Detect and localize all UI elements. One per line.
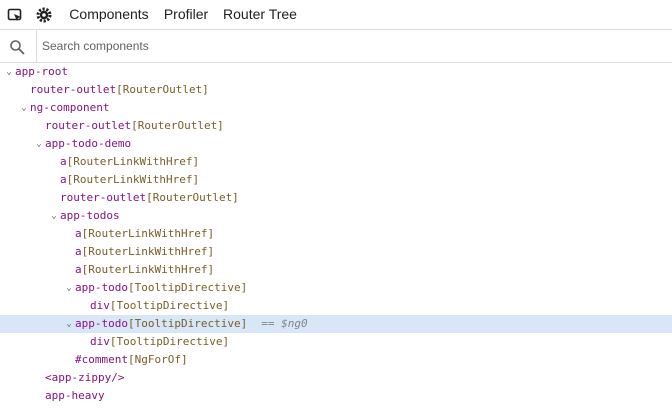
tree-node[interactable]: router-outlet[RouterOutlet] bbox=[0, 117, 672, 135]
node-label: router-outlet[RouterOutlet] bbox=[45, 117, 224, 135]
component-name: app-todo bbox=[75, 281, 128, 294]
tree-node[interactable]: a[RouterLinkWithHref] bbox=[0, 243, 672, 261]
directive-list: [RouterOutlet] bbox=[116, 83, 209, 96]
tree-node[interactable]: app-heavy bbox=[0, 387, 672, 405]
component-name: a bbox=[75, 227, 82, 240]
tree-node[interactable]: ⌄ ng-component bbox=[0, 99, 672, 117]
node-label: app-root bbox=[15, 63, 68, 81]
component-name: a bbox=[75, 263, 82, 276]
expand-caret-icon[interactable]: ⌄ bbox=[64, 315, 74, 333]
component-name: app-heavy bbox=[45, 389, 105, 402]
node-label: a[RouterLinkWithHref] bbox=[75, 225, 214, 243]
node-label: app-todo[TooltipDirective] bbox=[75, 279, 247, 297]
directive-list: [TooltipDirective] bbox=[109, 335, 230, 348]
component-name: a bbox=[60, 155, 67, 168]
tree-node[interactable]: ⌄ app-todo-demo bbox=[0, 135, 672, 153]
component-name: a bbox=[75, 245, 82, 258]
component-name: a bbox=[60, 173, 67, 186]
component-name: router-outlet bbox=[45, 119, 132, 132]
node-label: a[RouterLinkWithHref] bbox=[60, 153, 199, 171]
tree-node[interactable]: ⌄ app-root bbox=[0, 63, 672, 81]
directive-list: [TooltipDirective] bbox=[109, 299, 230, 312]
devtools-toolbar: Components Profiler Router Tree bbox=[0, 0, 672, 30]
tree-node[interactable]: a[RouterLinkWithHref] bbox=[0, 153, 672, 171]
node-label: a[RouterLinkWithHref] bbox=[60, 171, 199, 189]
node-label: <app-zippy/> bbox=[45, 369, 124, 387]
directive-list: [NgForOf] bbox=[127, 353, 188, 366]
tree-node[interactable]: div[TooltipDirective] bbox=[0, 333, 672, 351]
gear-icon[interactable] bbox=[35, 6, 53, 24]
component-name: app-todo bbox=[75, 317, 128, 330]
component-name: #comment bbox=[75, 353, 128, 366]
tree-node[interactable]: a[RouterLinkWithHref] bbox=[0, 225, 672, 243]
node-label: div[TooltipDirective] bbox=[90, 297, 229, 315]
component-name: div bbox=[90, 335, 110, 348]
tree-node[interactable]: div[TooltipDirective] bbox=[0, 297, 672, 315]
tree-node[interactable]: ⌄ app-todo[TooltipDirective] bbox=[0, 279, 672, 297]
component-name: router-outlet bbox=[60, 191, 147, 204]
directive-list: [RouterLinkWithHref] bbox=[66, 173, 200, 186]
tab-profiler[interactable]: Profiler bbox=[158, 0, 214, 29]
node-label: a[RouterLinkWithHref] bbox=[75, 261, 214, 279]
directive-list: [RouterLinkWithHref] bbox=[81, 227, 215, 240]
directive-list: [RouterOutlet] bbox=[131, 119, 224, 132]
directive-list: [TooltipDirective] bbox=[127, 281, 248, 294]
component-name: router-outlet bbox=[30, 83, 117, 96]
search-bar bbox=[0, 30, 672, 63]
search-divider bbox=[36, 30, 37, 62]
component-name: app-root bbox=[15, 65, 68, 78]
directive-list: [TooltipDirective] bbox=[127, 317, 248, 330]
directive-list: [RouterLinkWithHref] bbox=[66, 155, 200, 168]
console-reference: == $ng0 bbox=[261, 317, 308, 330]
tree-node[interactable]: a[RouterLinkWithHref] bbox=[0, 261, 672, 279]
tree-node[interactable]: router-outlet[RouterOutlet] bbox=[0, 189, 672, 207]
node-label: #comment[NgForOf] bbox=[75, 351, 188, 369]
inspect-element-icon[interactable] bbox=[6, 6, 24, 24]
tree-node-selected[interactable]: ⌄ app-todo[TooltipDirective] == $ng0 bbox=[0, 315, 672, 333]
tree-node[interactable]: router-outlet[RouterOutlet] bbox=[0, 81, 672, 99]
component-name: <app-zippy/> bbox=[45, 371, 125, 384]
node-label: app-todos bbox=[60, 207, 120, 225]
tab-components[interactable]: Components bbox=[62, 0, 156, 29]
expand-caret-icon[interactable]: ⌄ bbox=[34, 135, 44, 153]
node-label: app-todo[TooltipDirective] == $ng0 bbox=[75, 315, 308, 333]
tree-node[interactable]: ⌄ app-todos bbox=[0, 207, 672, 225]
node-label: ng-component bbox=[30, 99, 109, 117]
node-label: a[RouterLinkWithHref] bbox=[75, 243, 214, 261]
expand-caret-icon[interactable]: ⌄ bbox=[4, 63, 14, 81]
search-input[interactable] bbox=[38, 34, 666, 58]
node-label: app-heavy bbox=[45, 387, 105, 405]
tree-node[interactable]: <app-zippy/> bbox=[0, 369, 672, 387]
directive-list: [RouterOutlet] bbox=[146, 191, 239, 204]
search-icon bbox=[6, 36, 28, 58]
expand-caret-icon[interactable]: ⌄ bbox=[49, 207, 59, 225]
component-name: app-todos bbox=[60, 209, 120, 222]
component-name: app-todo-demo bbox=[45, 137, 132, 150]
component-name: ng-component bbox=[30, 101, 110, 114]
component-name: div bbox=[90, 299, 110, 312]
component-tree: ⌄ app-root router-outlet[RouterOutlet] ⌄… bbox=[0, 63, 672, 408]
expand-caret-icon[interactable]: ⌄ bbox=[64, 279, 74, 297]
tab-router-tree[interactable]: Router Tree bbox=[220, 0, 300, 29]
node-label: router-outlet[RouterOutlet] bbox=[30, 81, 209, 99]
directive-list: [RouterLinkWithHref] bbox=[81, 263, 215, 276]
tree-node[interactable]: #comment[NgForOf] bbox=[0, 351, 672, 369]
node-label: div[TooltipDirective] bbox=[90, 333, 229, 351]
node-label: router-outlet[RouterOutlet] bbox=[60, 189, 239, 207]
node-label: app-todo-demo bbox=[45, 135, 131, 153]
tree-node[interactable]: a[RouterLinkWithHref] bbox=[0, 171, 672, 189]
directive-list: [RouterLinkWithHref] bbox=[81, 245, 215, 258]
expand-caret-icon[interactable]: ⌄ bbox=[19, 99, 29, 117]
